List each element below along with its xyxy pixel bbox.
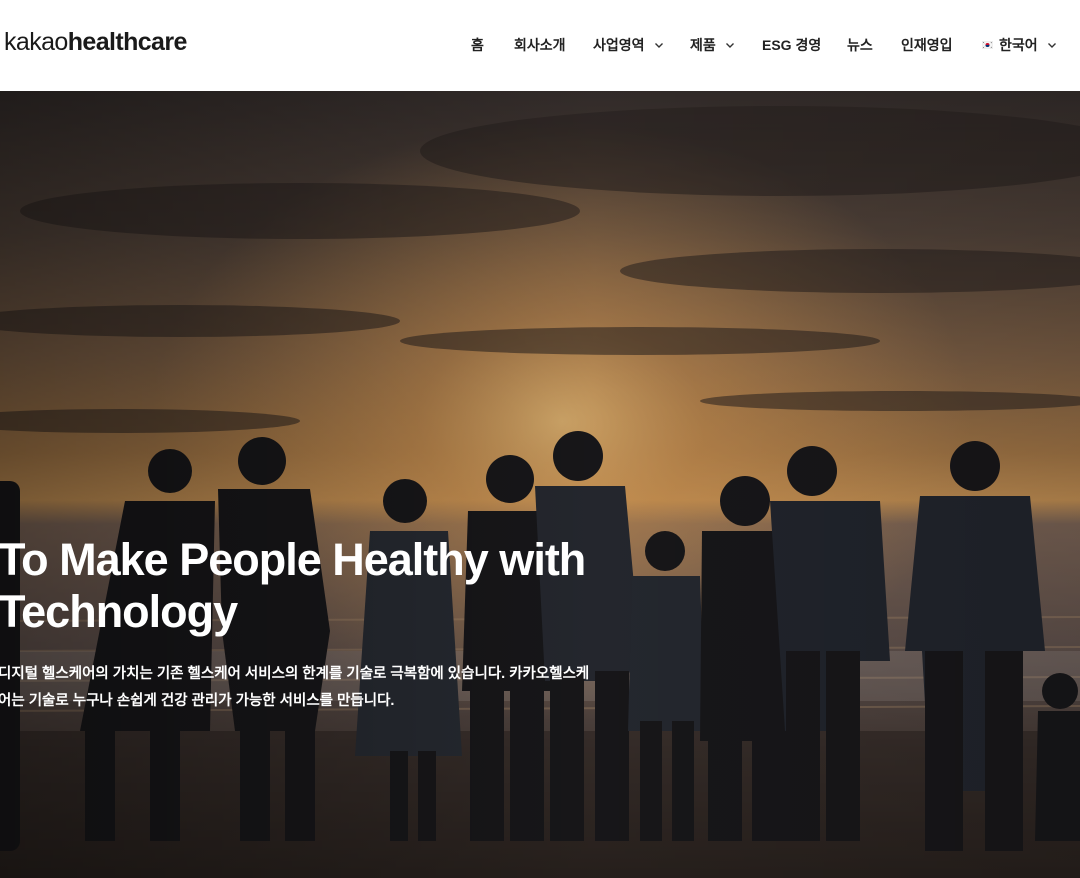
nav-item-careers[interactable]: 인재영입 — [901, 34, 953, 56]
nav-label: 사업영역 — [593, 37, 645, 53]
korea-flag-icon — [982, 41, 993, 49]
nav-label: 뉴스 — [847, 37, 873, 53]
nav-label: 회사소개 — [514, 37, 566, 53]
nav-label: ESG 경영 — [762, 37, 822, 53]
site-header: kakaohealthcare 홈 회사소개 사업영역 제품 ESG 경영 뉴스… — [0, 0, 1080, 91]
chevron-down-icon — [654, 43, 663, 48]
nav-item-esg[interactable]: ESG 경영 — [762, 34, 821, 56]
nav-label: 제품 — [690, 37, 716, 53]
hero-title-line1: To Make People Healthy with — [0, 534, 586, 585]
hero-section: To Make People Healthy with Technology 디… — [0, 91, 1080, 878]
hero-description-line1: 디지털 헬스케어의 가치는 기존 헬스케어 서비스의 한계를 기술로 극복함에 … — [0, 666, 590, 682]
language-label: 한국어 — [999, 37, 1038, 53]
hero-background-image — [0, 91, 1080, 878]
hero-description: 디지털 헬스케어의 가치는 기존 헬스케어 서비스의 한계를 기술로 극복함에 … — [0, 661, 638, 715]
hero-description-line2: 어는 기술로 누구나 손쉽게 건강 관리가 가능한 서비스를 만듭니다. — [0, 693, 395, 709]
hero-title-line2: Technology — [0, 586, 238, 637]
nav-item-products[interactable]: 제품 — [690, 34, 735, 56]
nav-item-news[interactable]: 뉴스 — [847, 34, 873, 56]
chevron-down-icon — [725, 43, 734, 48]
hero-title: To Make People Healthy with Technology — [0, 534, 618, 638]
nav-label: 홈 — [471, 37, 484, 53]
nav-item-company[interactable]: 회사소개 — [514, 34, 566, 56]
nav-item-business[interactable]: 사업영역 — [593, 34, 664, 56]
language-selector[interactable]: 한국어 — [982, 34, 1057, 56]
nav-label: 인재영입 — [901, 37, 953, 53]
main-nav: 홈 회사소개 사업영역 제품 ESG 경영 뉴스 인재영입 한국어 — [0, 0, 1080, 91]
nav-item-home[interactable]: 홈 — [471, 34, 484, 56]
chevron-down-icon — [1047, 43, 1056, 48]
